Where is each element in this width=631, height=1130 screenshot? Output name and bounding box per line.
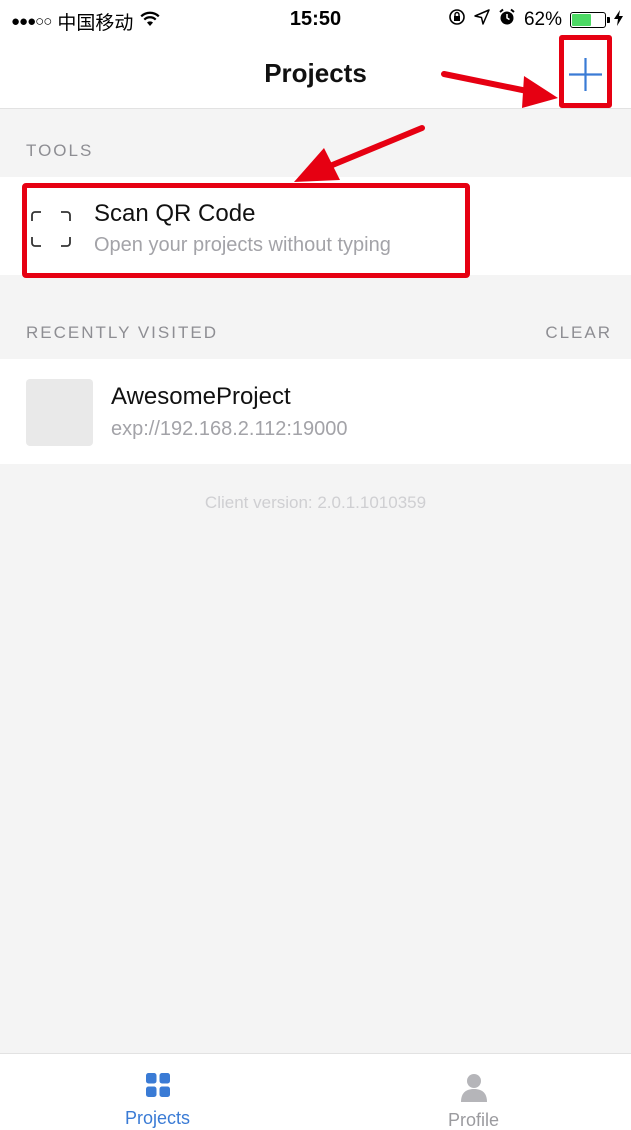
project-url: exp://192.168.2.112:19000	[111, 418, 348, 440]
scan-qr-annotation-box	[22, 183, 470, 278]
battery-percent: 62%	[523, 9, 562, 30]
navigation-bar: Projects	[0, 40, 631, 109]
status-bar: ●●●○○ 中国移动 15:50 62%	[0, 0, 631, 40]
tab-projects[interactable]: Projects	[0, 1054, 315, 1130]
tools-header-label: TOOLS	[26, 141, 94, 160]
tab-profile[interactable]: Profile	[316, 1054, 631, 1130]
tab-profile-label: Profile	[447, 1110, 500, 1130]
project-name: AwesomeProject	[111, 383, 291, 410]
battery-level	[572, 14, 591, 26]
page-title: Projects	[264, 58, 367, 88]
battery-icon	[570, 12, 610, 28]
add-project-button[interactable]	[559, 35, 612, 108]
list-item[interactable]	[0, 359, 631, 464]
alarm-icon	[498, 8, 516, 32]
project-thumbnail	[26, 379, 93, 446]
recent-section-header: RECENTLY VISITED CLEAR	[0, 292, 631, 358]
tools-section-header: TOOLS	[0, 110, 631, 176]
screen: ●●●○○ 中国移动 15:50 62% Projects TOOLS Scan…	[0, 0, 631, 1130]
tab-bar: Projects Profile	[0, 1053, 631, 1130]
orientation-lock-icon	[448, 8, 466, 32]
person-icon	[460, 1074, 487, 1102]
tab-projects-label: Projects	[124, 1108, 191, 1128]
charging-bolt-icon	[614, 10, 623, 30]
grid-icon	[145, 1073, 170, 1097]
clear-button[interactable]: CLEAR	[545, 323, 612, 343]
client-version: Client version: 2.0.1.1010359	[204, 493, 427, 512]
location-icon	[474, 9, 490, 31]
plus-icon	[569, 58, 602, 91]
recent-header-label: RECENTLY VISITED	[26, 323, 218, 342]
